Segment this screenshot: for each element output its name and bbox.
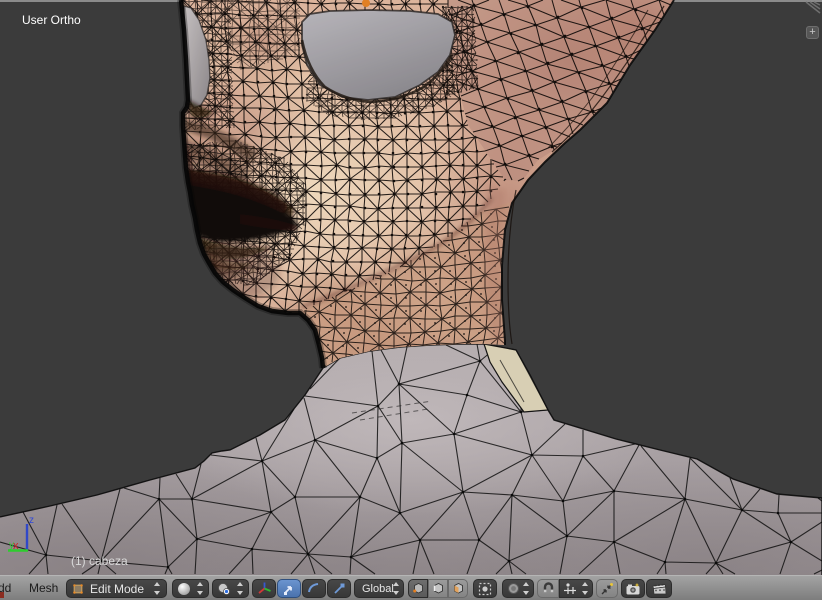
svg-text:z: z (29, 515, 34, 526)
svg-text:x: x (13, 540, 19, 552)
